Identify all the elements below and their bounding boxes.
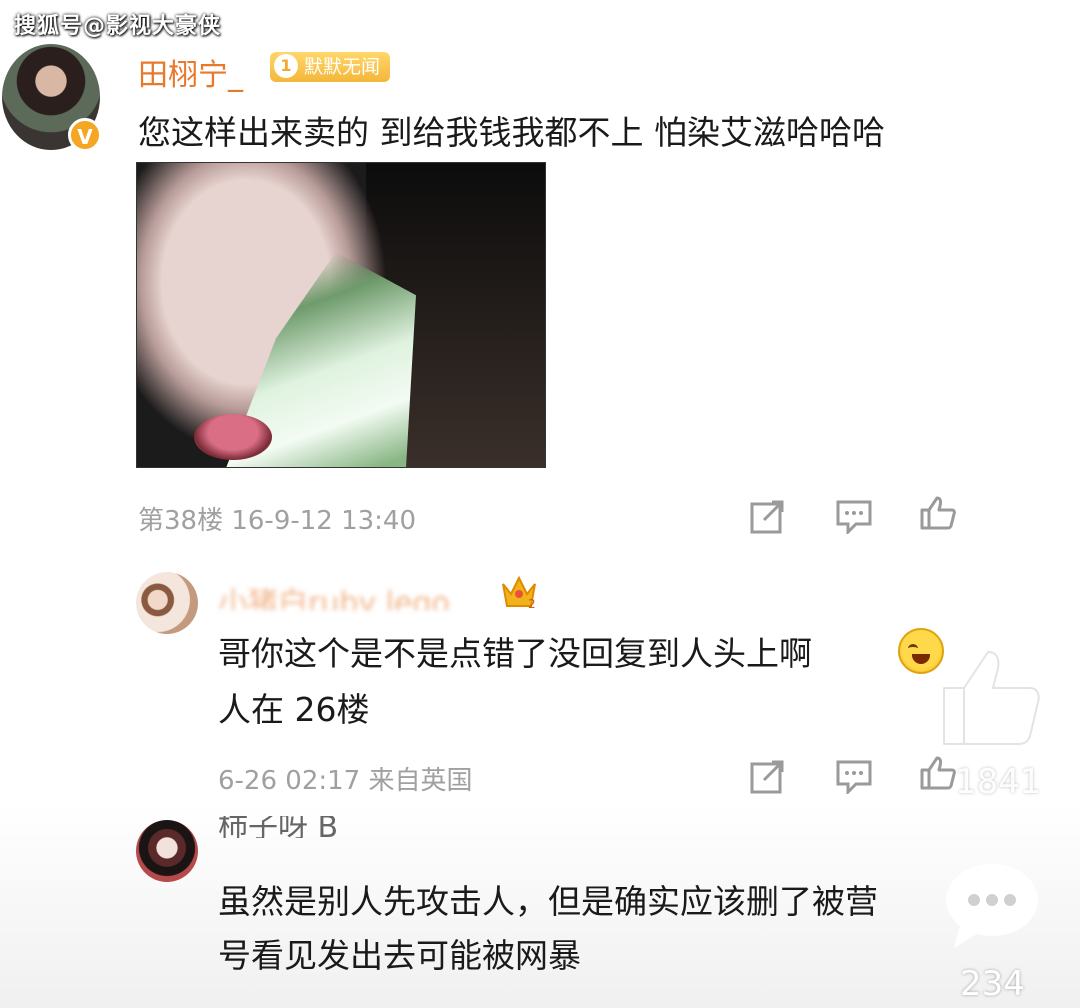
post-text: 您这样出来卖的 到给我钱我都不上 怕染艾滋哈哈哈 xyxy=(138,113,885,152)
reply-meta: 6-26 02:17 来自英国 xyxy=(218,766,473,796)
reply-avatar[interactable] xyxy=(136,820,198,882)
reply-username-cut[interactable]: 柿子呀 B xyxy=(218,816,358,838)
level-label: 默默无闻 xyxy=(304,56,381,78)
share-icon[interactable] xyxy=(750,500,786,534)
image-frame xyxy=(136,162,546,468)
like-icon[interactable] xyxy=(920,496,956,530)
overlay-like-icon[interactable] xyxy=(938,648,1042,748)
post-username[interactable]: 田栩宁_ xyxy=(138,50,243,94)
reply-text-line2: 号看见发出去可能被网暴 xyxy=(218,936,581,975)
verified-badge-icon: V xyxy=(68,118,102,152)
post-meta: 第38楼 16-9-12 13:40 xyxy=(138,506,417,536)
reply-text-line2: 人在 26楼 xyxy=(218,690,370,729)
crown-icon: 2 xyxy=(500,574,538,611)
overlay-comment-icon[interactable] xyxy=(940,860,1040,950)
like-icon[interactable] xyxy=(920,756,956,790)
watermark: 搜狐号@影视大豪侠 xyxy=(14,14,222,39)
svg-text:2: 2 xyxy=(528,597,536,610)
level-badge: 1 默默无闻 xyxy=(270,52,391,82)
overlay-like-count: 1841 xyxy=(955,762,1042,802)
overlay-comment-count: 234 xyxy=(960,964,1025,1004)
reply-text-line1: 虽然是别人先攻击人，但是确实应该删了被营 xyxy=(218,882,878,921)
reply-text-line1: 哥你这个是不是点错了没回复到人头上啊 xyxy=(218,634,812,673)
level-number: 1 xyxy=(274,54,298,78)
share-icon[interactable] xyxy=(750,760,786,794)
post-image[interactable] xyxy=(136,162,546,468)
comment-icon[interactable] xyxy=(836,500,872,534)
reply-avatar[interactable] xyxy=(136,572,198,634)
comment-icon[interactable] xyxy=(836,760,872,794)
reply-username-blurred[interactable]: 小猪白ruby lego xyxy=(218,578,490,610)
reply-username-text: 柿子呀 B xyxy=(218,816,339,838)
